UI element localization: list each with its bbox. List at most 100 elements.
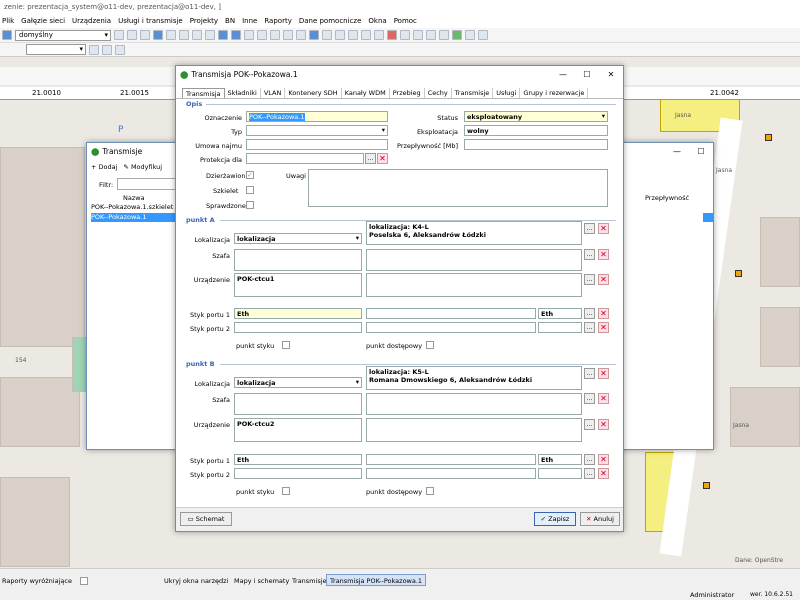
tool-icon[interactable] [439, 30, 449, 40]
hide-tools-button[interactable]: Ukryj okna narzędzi [164, 577, 228, 585]
styk1-b-field[interactable]: Eth [234, 454, 362, 465]
szafa-a-detail[interactable] [366, 249, 582, 271]
szafa-b-browse-button[interactable]: … [584, 393, 595, 404]
styk2-b-browse-button[interactable]: … [584, 468, 595, 479]
tool-icon[interactable] [465, 30, 475, 40]
szafa-a-browse-button[interactable]: … [584, 249, 595, 260]
column-header-throughput[interactable]: Przepływność [645, 194, 689, 202]
styk1-a-far[interactable]: Eth [538, 308, 582, 319]
maximize-icon[interactable]: ☐ [689, 147, 713, 156]
styk2-a-far[interactable] [538, 322, 582, 333]
urzadzenie-a-browse-button[interactable]: … [584, 274, 595, 285]
menu-projects[interactable]: Projekty [190, 17, 218, 25]
table-row[interactable]: POK--Pokazowa.1.szkielet [91, 203, 181, 212]
urzadzenie-b-browse-button[interactable]: … [584, 419, 595, 430]
protekcja-field[interactable] [246, 153, 364, 164]
urzadzenie-b-clear-button[interactable]: ✕ [598, 419, 609, 430]
styk2-a-detail[interactable] [366, 322, 536, 333]
tab-kanaly-wdm[interactable]: Kanały WDM [342, 88, 390, 98]
draw-icon[interactable] [115, 44, 125, 55]
menu-help[interactable]: Pomoc [394, 17, 417, 25]
menu-other[interactable]: Inne [242, 17, 257, 25]
close-icon[interactable]: ✕ [599, 70, 623, 79]
szafa-a-clear-button[interactable]: ✕ [598, 249, 609, 260]
tool-icon[interactable] [322, 30, 332, 40]
styk1-b-browse-button[interactable]: … [584, 454, 595, 465]
styk1-b-detail[interactable] [366, 454, 536, 465]
tool-icon[interactable] [257, 30, 267, 40]
styk2-b-clear-button[interactable]: ✕ [598, 468, 609, 479]
protekcja-browse-button[interactable]: … [365, 153, 376, 164]
tool-icon[interactable] [309, 30, 319, 40]
szafa-a-field[interactable] [234, 249, 362, 271]
lokalizacja-a-select[interactable]: lokalizacja [234, 233, 362, 244]
szkielet-checkbox[interactable] [246, 186, 254, 194]
tool-icon[interactable] [361, 30, 371, 40]
save-button[interactable]: ✔ Zapisz [534, 512, 576, 526]
draw-icon[interactable] [89, 44, 99, 55]
styk2-a-browse-button[interactable]: … [584, 322, 595, 333]
przeplywnosc-field[interactable] [464, 139, 608, 150]
tool-icon[interactable] [192, 30, 202, 40]
search-icon[interactable] [2, 30, 12, 40]
tool-icon[interactable] [374, 30, 384, 40]
tool-icon[interactable] [387, 30, 397, 40]
tab-cechy[interactable]: Cechy [425, 88, 452, 98]
lokalizacja-a-field[interactable]: lokalizacja: K4-L Poselska 6, Aleksandrów… [366, 221, 582, 245]
protekcja-clear-button[interactable]: ✕ [377, 153, 388, 164]
menu-reports[interactable]: Raporty [264, 17, 292, 25]
map-node-marker[interactable] [765, 134, 772, 141]
tool-icon[interactable] [244, 30, 254, 40]
styk2-a-field[interactable] [234, 322, 362, 333]
lokalizacja-a-clear-button[interactable]: ✕ [598, 223, 609, 234]
punkt-dostepowy-a-checkbox[interactable] [426, 341, 434, 349]
punkt-styku-b-checkbox[interactable] [282, 487, 290, 495]
styk1-a-field[interactable]: Eth [234, 308, 362, 319]
tool-icon[interactable] [231, 30, 241, 40]
tool-icon[interactable] [426, 30, 436, 40]
menu-services[interactable]: Usługi i transmisje [118, 17, 183, 25]
lokalizacja-b-clear-button[interactable]: ✕ [598, 368, 609, 379]
tool-icon[interactable] [296, 30, 306, 40]
tool-icon[interactable] [127, 30, 137, 40]
tab-przebieg[interactable]: Przebieg [390, 88, 425, 98]
styk2-a-clear-button[interactable]: ✕ [598, 322, 609, 333]
tool-icon[interactable] [400, 30, 410, 40]
menu-devices[interactable]: Urządzenia [72, 17, 111, 25]
tab-transmisja[interactable]: Transmisja [182, 88, 225, 98]
styk2-b-far[interactable] [538, 468, 582, 479]
layer-combo[interactable] [26, 44, 86, 55]
oznaczenie-field[interactable]: POK--Pokazowa.1 [246, 111, 388, 122]
typ-select[interactable] [246, 125, 388, 136]
modify-button[interactable]: ✎ Modyfikuj [123, 163, 162, 171]
punkt-styku-a-checkbox[interactable] [282, 341, 290, 349]
add-button[interactable]: + Dodaj [91, 163, 117, 171]
minimize-icon[interactable]: — [665, 147, 689, 156]
styk1-a-detail[interactable] [366, 308, 536, 319]
tab-uslugi[interactable]: Usługi [493, 88, 521, 98]
column-header-name[interactable]: Nazwa [123, 194, 145, 202]
menu-branches[interactable]: Gałęzie sieci [21, 17, 65, 25]
urzadzenie-b-field[interactable]: POK-ctcu2 [234, 418, 362, 442]
tool-icon[interactable] [179, 30, 189, 40]
tool-icon[interactable] [335, 30, 345, 40]
lokalizacja-b-field[interactable]: lokalizacja: K5-L Romana Dmowskiego 6, Al… [366, 366, 582, 390]
status-select[interactable]: eksploatowany [464, 111, 608, 122]
styk1-b-far[interactable]: Eth [538, 454, 582, 465]
tool-icon[interactable] [348, 30, 358, 40]
tab-skladniki[interactable]: Składniki [225, 88, 261, 98]
tab-transmissions[interactable]: Transmisje [292, 577, 327, 585]
urzadzenie-b-detail[interactable] [366, 418, 582, 442]
maximize-icon[interactable]: ☐ [575, 70, 599, 79]
eksploatacja-field[interactable]: wolny [464, 125, 608, 136]
menu-windows[interactable]: Okna [368, 17, 386, 25]
tool-icon[interactable] [114, 30, 124, 40]
cancel-button[interactable]: ✕ Anuluj [580, 512, 620, 526]
tool-icon[interactable] [140, 30, 150, 40]
tool-icon[interactable] [478, 30, 488, 40]
style-combo[interactable]: domyślny [15, 29, 111, 41]
szafa-b-detail[interactable] [366, 393, 582, 415]
tool-icon[interactable] [153, 30, 163, 40]
urzadzenie-a-clear-button[interactable]: ✕ [598, 274, 609, 285]
schemat-button[interactable]: ▭ Schemat [180, 512, 232, 526]
